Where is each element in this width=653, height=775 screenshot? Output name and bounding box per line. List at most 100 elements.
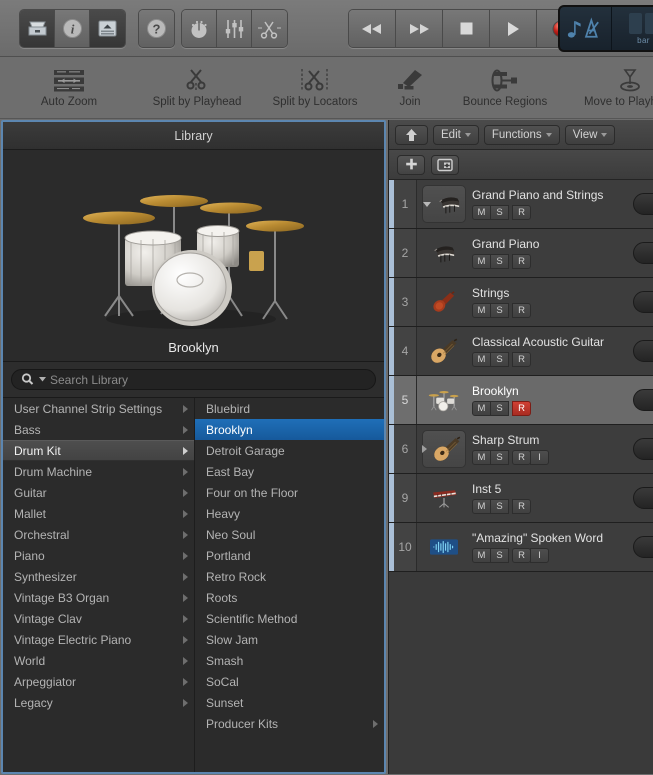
- track-name[interactable]: Brooklyn: [472, 384, 530, 398]
- category-list-item[interactable]: Vintage B3 Organ: [3, 587, 194, 608]
- track-volume-control[interactable]: [633, 389, 653, 411]
- track-icon-container[interactable]: [422, 430, 466, 468]
- solo-button[interactable]: S: [490, 205, 509, 220]
- inspector-info-button[interactable]: i: [55, 10, 90, 47]
- track-row[interactable]: 5 Brooklyn M S R: [389, 376, 653, 425]
- input-monitor-button[interactable]: I: [530, 548, 549, 563]
- stop-button[interactable]: [443, 10, 490, 47]
- bounce-regions-button[interactable]: Bounce Regions: [446, 57, 564, 118]
- patch-list-item[interactable]: Sunset: [195, 692, 384, 713]
- forward-button[interactable]: [396, 10, 443, 47]
- solo-button[interactable]: S: [490, 548, 509, 563]
- track-volume-control[interactable]: [633, 536, 653, 558]
- patch-list-item[interactable]: East Bay: [195, 461, 384, 482]
- track-row[interactable]: 2 Grand Piano M S R: [389, 229, 653, 278]
- solo-button[interactable]: S: [490, 401, 509, 416]
- lcd-mode-icons[interactable]: [560, 7, 612, 50]
- record-enable-button[interactable]: R: [512, 303, 531, 318]
- hide-tracks-button[interactable]: [395, 124, 428, 145]
- play-button[interactable]: [490, 10, 537, 47]
- auto-zoom-button[interactable]: Auto Zoom: [0, 57, 138, 118]
- record-enable-button[interactable]: R: [512, 450, 531, 465]
- track-name[interactable]: Sharp Strum: [472, 433, 548, 447]
- patch-list-item[interactable]: Portland: [195, 545, 384, 566]
- track-icon-container[interactable]: [422, 234, 466, 272]
- split-by-playhead-button[interactable]: Split by Playhead: [138, 57, 256, 118]
- library-toggle-button[interactable]: [20, 10, 55, 47]
- track-name[interactable]: Strings: [472, 286, 530, 300]
- disclosure-triangle-closed-icon[interactable]: [422, 445, 427, 453]
- category-list-item[interactable]: Legacy: [3, 692, 194, 713]
- mute-button[interactable]: M: [472, 352, 491, 367]
- track-volume-control[interactable]: [633, 438, 653, 460]
- library-column-categories[interactable]: User Channel Strip Settings Bass Drum Kit D…: [3, 398, 195, 772]
- library-column-patches[interactable]: Bluebird Brooklyn Detroit Garage East Bay Fo…: [195, 398, 384, 772]
- quick-help-button[interactable]: ?: [139, 10, 174, 47]
- patch-list-item[interactable]: Smash: [195, 650, 384, 671]
- track-row[interactable]: 9 Inst 5 MSR: [389, 474, 653, 523]
- input-monitor-button[interactable]: I: [530, 450, 549, 465]
- patch-list-item[interactable]: SoCal: [195, 671, 384, 692]
- rewind-button[interactable]: [349, 10, 396, 47]
- track-row[interactable]: 10 "Amazing" Spoken Word M S R I: [389, 523, 653, 572]
- category-list-item[interactable]: Orchestral: [3, 524, 194, 545]
- disclosure-triangle-open-icon[interactable]: [422, 201, 431, 207]
- record-enable-button[interactable]: R: [512, 352, 531, 367]
- track-icon-container[interactable]: [422, 283, 466, 321]
- track-volume-control[interactable]: [633, 242, 653, 264]
- track-name[interactable]: Inst 5: [472, 482, 530, 496]
- category-list-item[interactable]: Synthesizer: [3, 566, 194, 587]
- mute-button[interactable]: M: [472, 548, 491, 563]
- patch-list-item[interactable]: Producer Kits: [195, 713, 384, 734]
- mixer-button[interactable]: [217, 10, 252, 47]
- track-name[interactable]: "Amazing" Spoken Word: [472, 531, 603, 545]
- view-menu-button[interactable]: View: [564, 124, 616, 145]
- category-list-item[interactable]: World: [3, 650, 194, 671]
- lcd-display[interactable]: bar: [558, 5, 653, 52]
- track-name[interactable]: Grand Piano and Strings: [472, 188, 603, 202]
- mute-button[interactable]: M: [472, 450, 491, 465]
- patch-list-item[interactable]: Scientific Method: [195, 608, 384, 629]
- edit-menu-button[interactable]: Edit: [433, 124, 479, 145]
- category-list-item[interactable]: Vintage Clav: [3, 608, 194, 629]
- patch-list-item[interactable]: Brooklyn: [195, 419, 384, 440]
- category-list-item[interactable]: User Channel Strip Settings: [3, 398, 194, 419]
- mute-button[interactable]: M: [472, 205, 491, 220]
- record-enable-button[interactable]: R: [512, 205, 531, 220]
- track-name[interactable]: Classical Acoustic Guitar: [472, 335, 604, 349]
- track-volume-control[interactable]: [633, 291, 653, 313]
- track-row[interactable]: 4 Classical Acoustic Guitar M S R: [389, 327, 653, 376]
- track-icon-container[interactable]: [422, 332, 466, 370]
- category-list-item[interactable]: Mallet: [3, 503, 194, 524]
- patch-list-item[interactable]: Slow Jam: [195, 629, 384, 650]
- solo-button[interactable]: S: [490, 303, 509, 318]
- patch-list-item[interactable]: Detroit Garage: [195, 440, 384, 461]
- mute-button[interactable]: M: [472, 254, 491, 269]
- move-to-playhead-button[interactable]: Move to Playhead: [564, 57, 653, 118]
- category-list-item[interactable]: Vintage Electric Piano: [3, 629, 194, 650]
- patch-list-item[interactable]: Roots: [195, 587, 384, 608]
- record-enable-button[interactable]: R: [512, 499, 531, 514]
- duplicate-track-button[interactable]: [431, 154, 459, 175]
- track-icon-container[interactable]: [422, 479, 466, 517]
- category-list-item[interactable]: Drum Kit: [3, 440, 194, 461]
- track-volume-control[interactable]: [633, 193, 653, 215]
- patch-list-item[interactable]: Heavy: [195, 503, 384, 524]
- track-volume-control[interactable]: [633, 340, 653, 362]
- solo-button[interactable]: S: [490, 352, 509, 367]
- mute-button[interactable]: M: [472, 499, 491, 514]
- solo-button[interactable]: S: [490, 499, 509, 514]
- add-track-button[interactable]: [397, 154, 425, 175]
- patch-list-item[interactable]: Neo Soul: [195, 524, 384, 545]
- track-icon-container[interactable]: [422, 185, 466, 223]
- mute-button[interactable]: M: [472, 303, 491, 318]
- category-list-item[interactable]: Drum Machine: [3, 461, 194, 482]
- functions-menu-button[interactable]: Functions: [483, 124, 560, 145]
- record-enable-button[interactable]: R: [512, 548, 531, 563]
- category-list-item[interactable]: Piano: [3, 545, 194, 566]
- track-row[interactable]: 6 Sharp Strum M S R I: [389, 425, 653, 474]
- track-volume-control[interactable]: [633, 487, 653, 509]
- category-list-item[interactable]: Guitar: [3, 482, 194, 503]
- track-name[interactable]: Grand Piano: [472, 237, 539, 251]
- patch-list-item[interactable]: Four on the Floor: [195, 482, 384, 503]
